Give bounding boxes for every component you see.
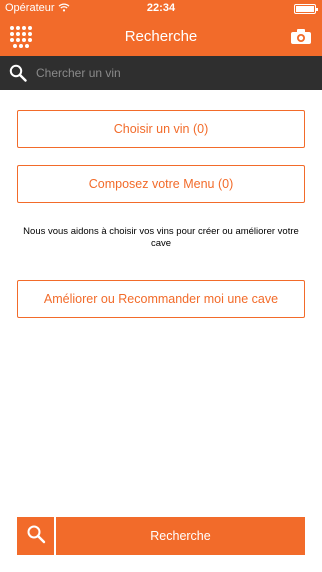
header: Opérateur 22:34 Recherche [0, 0, 322, 56]
improve-cellar-button[interactable]: Améliorer ou Recommander moi une cave [17, 280, 305, 318]
grid-icon[interactable] [10, 26, 34, 48]
info-text: Nous vous aidons à choisir vos vins pour… [23, 226, 299, 249]
search-button[interactable]: Recherche [56, 517, 305, 555]
compose-menu-button[interactable]: Composez votre Menu (0) [17, 165, 305, 203]
search-icon [9, 64, 27, 87]
choose-wine-button[interactable]: Choisir un vin (0) [17, 110, 305, 148]
search-input[interactable] [36, 63, 306, 83]
camera-icon[interactable] [290, 28, 312, 45]
status-time: 22:34 [146, 2, 176, 14]
navbar: Recherche [0, 18, 322, 56]
search-bar [0, 56, 322, 90]
page-title: Recherche [124, 28, 198, 45]
status-bar: Opérateur 22:34 [0, 0, 322, 18]
bottom-search-icon-button[interactable] [17, 517, 54, 555]
battery-icon [294, 4, 318, 14]
bottom-bar: Recherche [17, 517, 305, 555]
search-icon [26, 524, 46, 549]
